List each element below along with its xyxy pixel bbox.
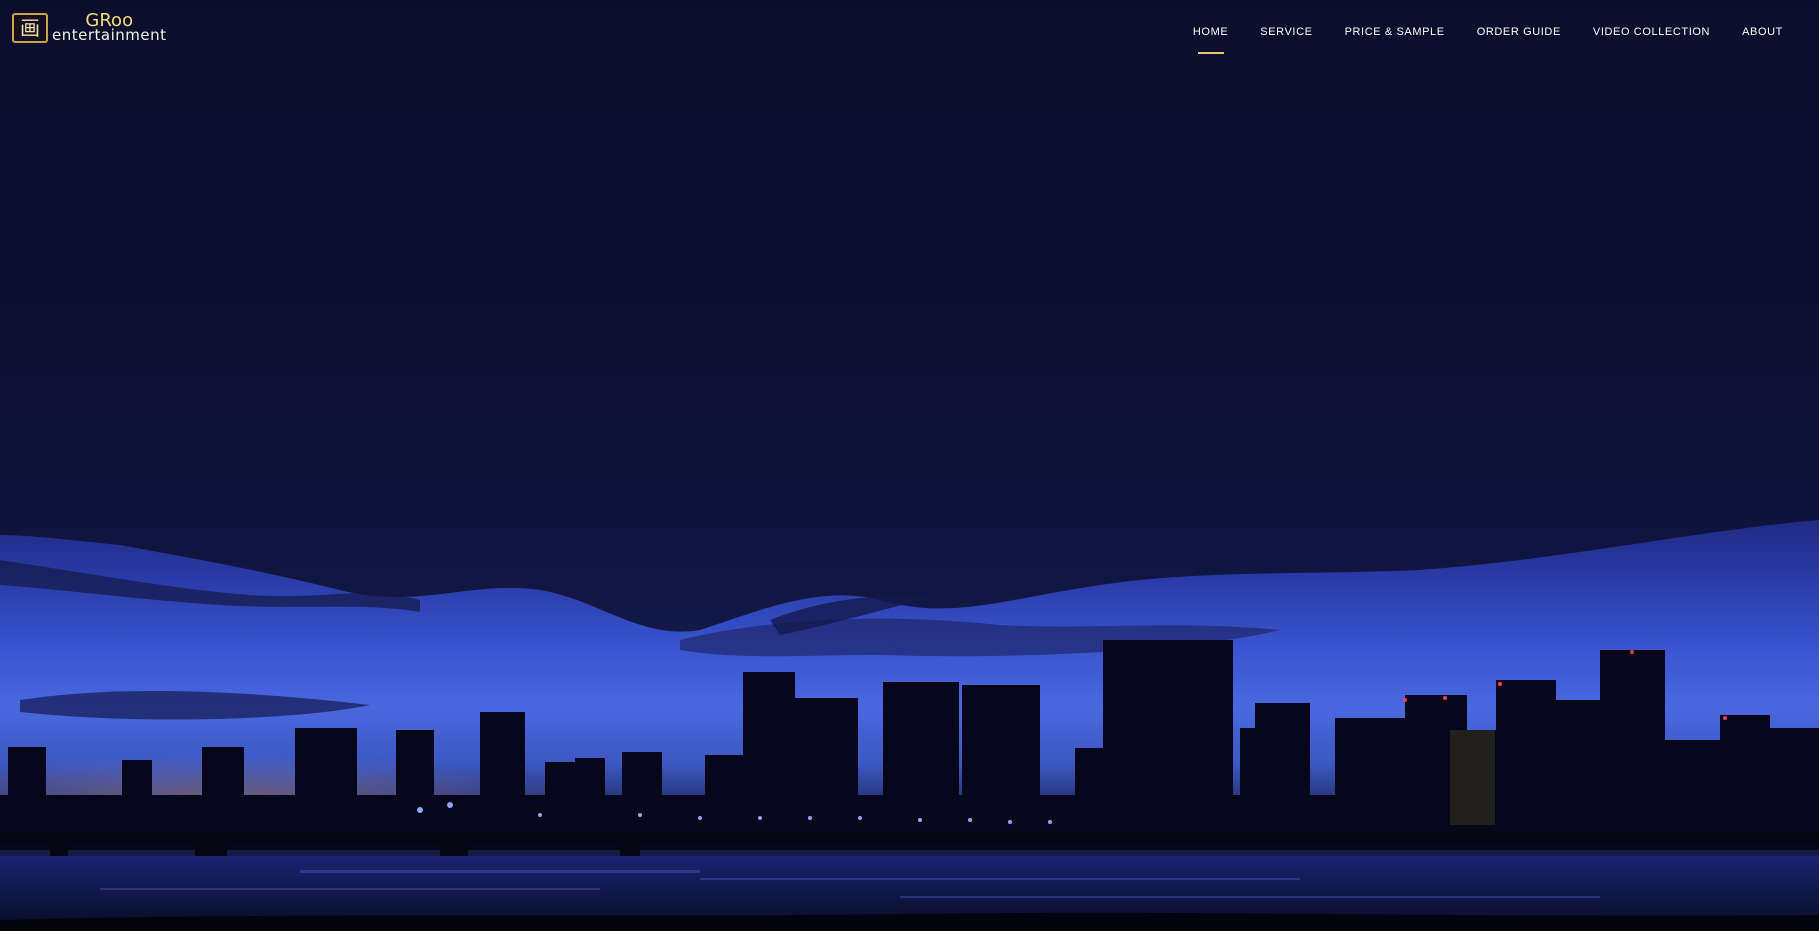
nav-item-order-guide[interactable]: ORDER GUIDE [1461, 0, 1577, 62]
page: 画 GRoo entertainment HOME SERVICE PRICE … [0, 0, 1819, 931]
nav-item-home[interactable]: HOME [1177, 0, 1244, 62]
brand-logo[interactable]: 画 GRoo entertainment [12, 12, 167, 43]
site-header: 画 GRoo entertainment HOME SERVICE PRICE … [0, 0, 1819, 62]
logo-wordmark-bottom: entertainment [52, 26, 167, 44]
nav-item-price-sample[interactable]: PRICE & SAMPLE [1329, 0, 1461, 62]
hero-background-video [0, 0, 1819, 931]
main-nav: HOME SERVICE PRICE & SAMPLE ORDER GUIDE … [1177, 0, 1799, 62]
cloud-bank [0, 0, 1819, 632]
bridge-deck [0, 832, 1819, 844]
logo-mark-icon: 画 [12, 12, 48, 43]
nav-item-video-collection[interactable]: VIDEO COLLECTION [1577, 0, 1726, 62]
skyline-scene [0, 0, 1819, 931]
nav-item-service[interactable]: SERVICE [1244, 0, 1328, 62]
logo-text: GRoo entertainment [52, 12, 167, 43]
nav-item-about[interactable]: ABOUT [1726, 0, 1799, 62]
